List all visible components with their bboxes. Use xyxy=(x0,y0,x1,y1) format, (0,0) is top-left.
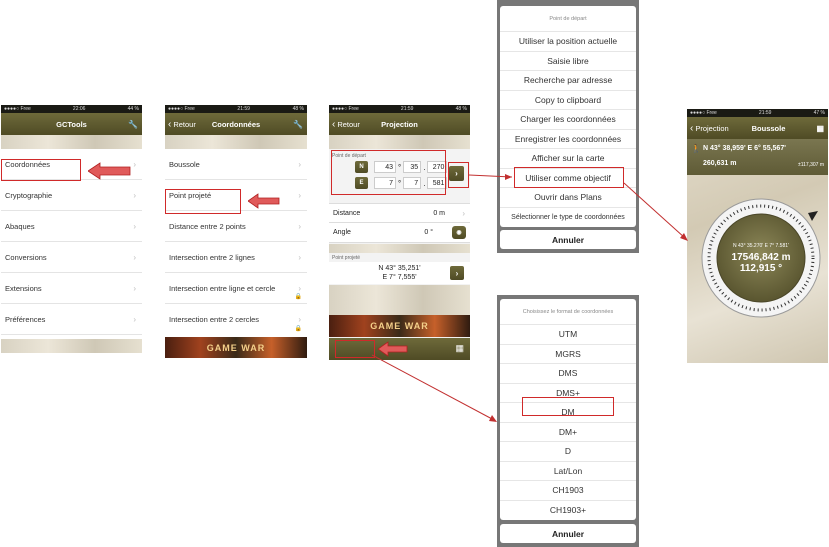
connector-lines xyxy=(371,174,688,422)
